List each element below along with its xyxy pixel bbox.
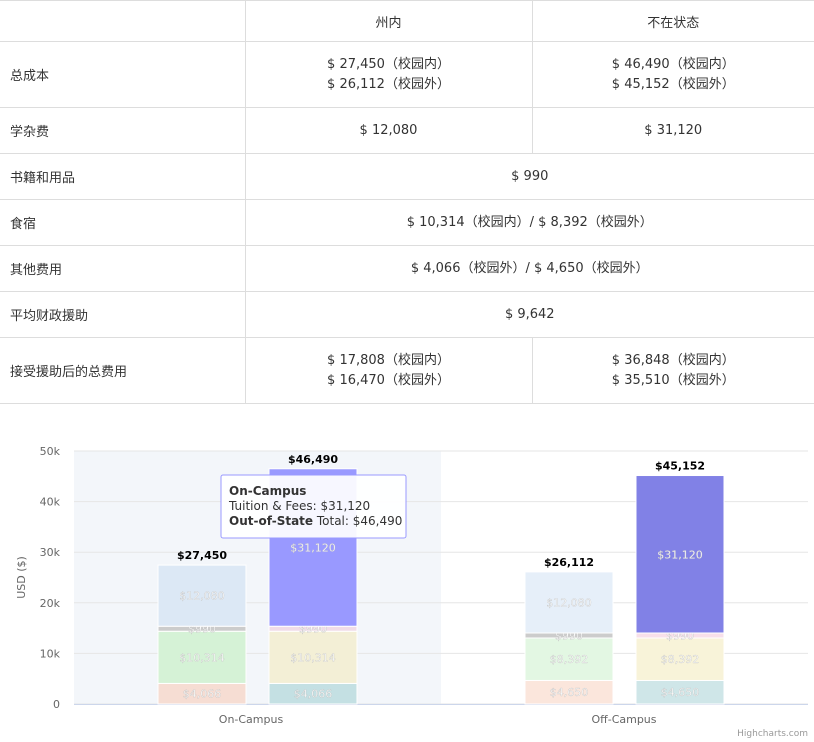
row-label: 其他费用 [0, 245, 246, 292]
cell-value: $ 990 [245, 153, 814, 200]
table-row: 总成本 $ 27,450（校园内） $ 26,112（校园外） $ 46,490（… [0, 41, 814, 108]
row-label: 平均财政援助 [0, 291, 246, 338]
cost-chart[interactable]: 0 10k 20k 30k 40k 50k USD ($) On-Campus Off-Camp… [0, 440, 814, 742]
cell-value: $ 17,808（校园内） $ 16,470（校园外） [245, 337, 533, 404]
cell-value: $ 31,120 [532, 107, 814, 154]
stack-total-label: $45,152 [655, 460, 705, 473]
row-label: 接受援助后的总费用 [0, 337, 246, 404]
segment-label: $31,120 [290, 541, 336, 554]
tooltip-line2: Out-of-State Total: $46,490 [229, 514, 402, 528]
chart-tooltip: On-Campus Tuition & Fees: $31,120 Out-of… [220, 474, 407, 539]
tooltip-title: On-Campus [229, 484, 306, 498]
cell-value: $ 9,642 [245, 291, 814, 338]
y-tick-label: 20k [40, 597, 61, 610]
table-header-row: 州内 不在状态 [0, 0, 814, 42]
table-row: 平均财政援助 $ 9,642 [0, 291, 814, 338]
segment-label: $8,392 [550, 653, 589, 666]
segment-label: $4,650 [550, 686, 589, 699]
cell-value: $ 4,066（校园外）/ $ 4,650（校园外） [245, 245, 814, 292]
table-row: 食宿 $ 10,314（校园内）/ $ 8,392（校园外） [0, 199, 814, 246]
table-row: 书籍和用品 $ 990 [0, 153, 814, 200]
y-tick-label: 40k [40, 496, 61, 509]
table-row: 学杂费 $ 12,080 $ 31,120 [0, 107, 814, 154]
chart-credits[interactable]: Highcharts.com [737, 729, 808, 739]
x-tick-label: On-Campus [219, 713, 284, 726]
y-tick-label: 50k [40, 445, 61, 458]
segment-label: $10,314 [179, 651, 225, 664]
segment-label: $31,120 [657, 548, 703, 561]
y-axis-title: USD ($) [15, 556, 28, 599]
header-out-of-state: 不在状态 [532, 0, 814, 42]
table-row: 接受援助后的总费用 $ 17,808（校园内） $ 16,470（校园外） $ 3… [0, 337, 814, 404]
row-label: 总成本 [0, 41, 246, 108]
segment-label: $12,080 [179, 590, 225, 603]
header-empty [0, 0, 246, 42]
segment-label: $12,080 [546, 596, 592, 609]
cell-value: $ 27,450（校园内） $ 26,112（校园外） [245, 41, 533, 108]
cell-value: $ 36,848（校园内） $ 35,510（校园外） [532, 337, 814, 404]
segment-label: $8,392 [661, 653, 700, 666]
row-label: 书籍和用品 [0, 153, 246, 200]
cost-table: 州内 不在状态 总成本 $ 27,450（校园内） $ 26,112（校园外） $… [0, 0, 814, 404]
header-in-state: 州内 [245, 0, 533, 42]
table-row: 其他费用 $ 4,066（校园外）/ $ 4,650（校园外） [0, 245, 814, 292]
cell-value: $ 12,080 [245, 107, 533, 154]
segment-label: $10,314 [290, 651, 336, 664]
tooltip-line1: Tuition & Fees: $31,120 [228, 499, 370, 513]
segment-label: $4,650 [661, 686, 700, 699]
y-tick-label: 10k [40, 647, 61, 660]
segment-label: $4,066 [294, 688, 333, 701]
stack-total-label: $26,112 [544, 556, 594, 569]
x-tick-label: Off-Campus [591, 713, 656, 726]
row-label: 食宿 [0, 199, 246, 246]
cell-value: $ 46,490（校园内） $ 45,152（校园外） [532, 41, 814, 108]
y-tick-label: 30k [40, 546, 61, 559]
cell-value: $ 10,314（校园内）/ $ 8,392（校园外） [245, 199, 814, 246]
stack-total-label: $27,450 [177, 549, 227, 562]
y-tick-label: 0 [53, 698, 60, 711]
row-label: 学杂费 [0, 107, 246, 154]
stack-total-label: $46,490 [288, 453, 338, 466]
segment-label: $4,066 [183, 688, 222, 701]
